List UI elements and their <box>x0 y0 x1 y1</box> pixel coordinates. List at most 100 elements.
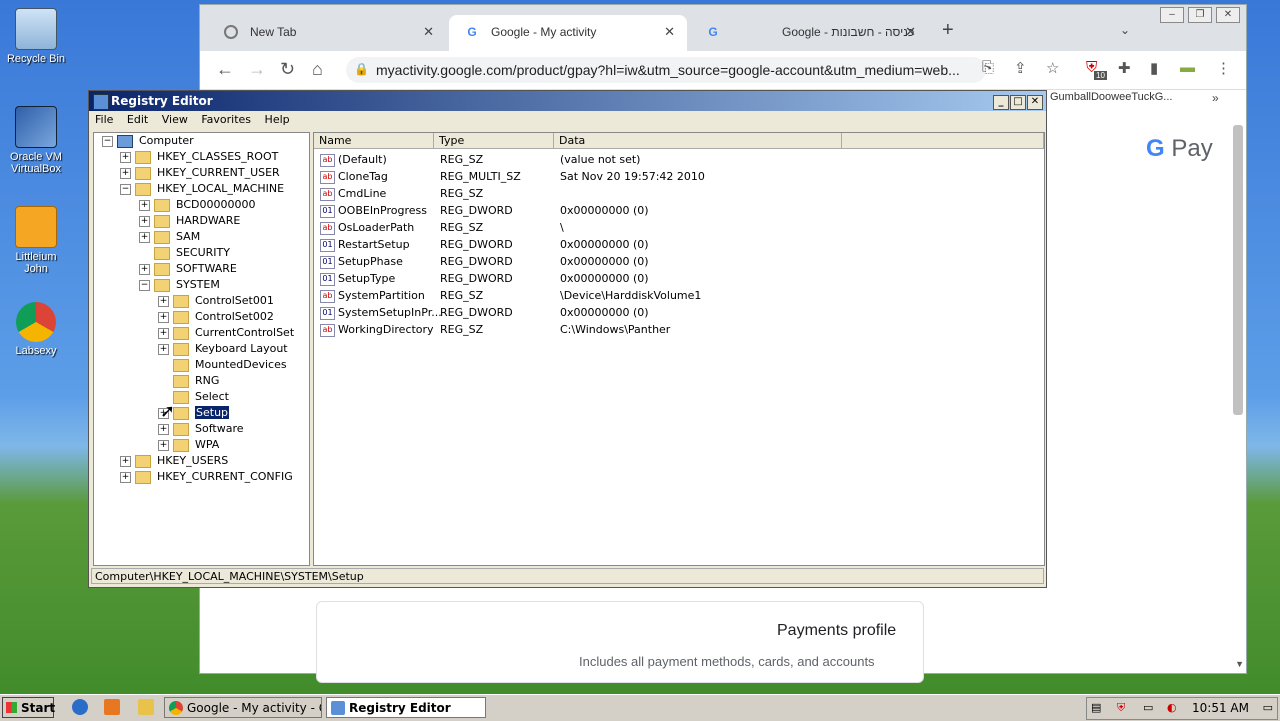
expand-icon[interactable]: + <box>158 423 169 435</box>
value-row[interactable]: 01 RestartSetup REG_DWORD 0x00000000 (0) <box>314 236 1044 253</box>
tree-node-hkcr[interactable]: + HKEY_CLASSES_ROOT <box>120 149 278 165</box>
desktop-icon-virtualbox[interactable]: Oracle VM VirtualBox <box>4 106 68 175</box>
collapse-icon[interactable]: − <box>139 279 150 291</box>
value-row[interactable]: ab CmdLine REG_SZ <box>314 185 1044 202</box>
task-chrome[interactable]: Google - My activity - Go... <box>164 697 322 718</box>
profile-icon[interactable]: ▬ <box>1180 59 1195 76</box>
column-header-type[interactable]: Type <box>434 133 554 149</box>
tree-node-currentcontrolset[interactable]: + CurrentControlSet <box>158 325 294 341</box>
collapse-icon[interactable]: − <box>102 135 113 147</box>
value-row[interactable]: ab OsLoaderPath REG_SZ \ <box>314 219 1044 236</box>
security-icon[interactable]: ⛨ <box>1117 701 1125 715</box>
menu-file[interactable]: File <box>95 113 113 126</box>
value-row[interactable]: 01 SystemSetupInPr... REG_DWORD 0x00000000 … <box>314 304 1044 321</box>
tree-node-computer[interactable]: − Computer <box>102 133 194 149</box>
task-registry-editor[interactable]: Registry Editor <box>326 697 486 718</box>
value-row[interactable]: ab SystemPartition REG_SZ \Device\HarddiskV… <box>314 287 1044 304</box>
network-icon[interactable]: ▤ <box>1091 701 1101 714</box>
expand-icon[interactable]: + <box>120 151 131 163</box>
minimize-icon[interactable]: _ <box>993 95 1009 110</box>
desktop-icon-chrome[interactable]: Labsexy <box>4 302 68 357</box>
start-button[interactable]: Start <box>2 697 55 718</box>
minimize-icon[interactable]: – <box>1160 7 1184 23</box>
column-header-name[interactable]: Name <box>314 133 434 149</box>
expand-icon[interactable]: + <box>120 471 131 483</box>
tree-node-security[interactable]: SECURITY <box>139 245 230 261</box>
menu-view[interactable]: View <box>162 113 188 126</box>
menu-favorites[interactable]: Favorites <box>201 113 251 126</box>
tree-node-mounteddevices[interactable]: MountedDevices <box>158 357 287 373</box>
column-header-data[interactable]: Data <box>554 133 842 149</box>
side-panel-icon[interactable]: ▮ <box>1150 59 1158 77</box>
forward-icon[interactable]: → <box>248 59 266 80</box>
expand-icon[interactable]: + <box>158 295 169 307</box>
value-row[interactable]: ab WorkingDirectory REG_SZ C:\Windows\Panth… <box>314 321 1044 338</box>
tree-node-hkcc[interactable]: + HKEY_CURRENT_CONFIG <box>120 469 293 485</box>
more-bookmarks-icon[interactable]: » <box>1212 91 1219 105</box>
show-desktop-icon[interactable]: ▭ <box>1263 701 1273 714</box>
tree-node-hkcu[interactable]: + HKEY_CURRENT_USER <box>120 165 280 181</box>
tree-node-hardware[interactable]: + HARDWARE <box>139 213 240 229</box>
media-player-icon[interactable] <box>104 699 120 715</box>
payments-profile-card[interactable]: Payments profile Includes all payment me… <box>316 601 924 683</box>
expand-icon[interactable]: + <box>158 311 169 323</box>
menu-dots-icon[interactable]: ⋮ <box>1216 59 1231 77</box>
value-row[interactable]: ab (Default) REG_SZ (value not set) <box>314 151 1044 168</box>
tree-node-system[interactable]: − SYSTEM <box>139 277 220 293</box>
maximize-icon[interactable]: ❐ <box>1188 7 1212 23</box>
value-row[interactable]: 01 SetupPhase REG_DWORD 0x00000000 (0) <box>314 253 1044 270</box>
volume-icon[interactable]: ◐ <box>1167 701 1177 714</box>
expand-icon[interactable]: + <box>139 231 150 243</box>
desktop-icon-littleium[interactable]: Littleium John <box>4 206 68 275</box>
tree-node-hku[interactable]: + HKEY_USERS <box>120 453 228 469</box>
expand-icon[interactable]: + <box>120 455 131 467</box>
registry-tree[interactable]: − Computer + HKEY_CLASSES_ROOT + HKEY_CURRE… <box>93 132 310 566</box>
expand-icon[interactable]: + <box>139 199 150 211</box>
bookmark-item[interactable]: GumballDooweeTuckG... <box>1050 91 1172 103</box>
tab-search-icon[interactable]: ⌄ <box>1120 23 1130 37</box>
address-bar[interactable]: 🔒 myactivity.google.com/product/gpay?hl=… <box>346 57 986 83</box>
tree-node-sam[interactable]: + SAM <box>139 229 200 245</box>
tree-node-bcd[interactable]: + BCD00000000 <box>139 197 256 213</box>
value-row[interactable]: 01 OOBEInProgress REG_DWORD 0x00000000 (0) <box>314 202 1044 219</box>
explorer-folder-icon[interactable] <box>138 699 154 715</box>
page-scrollbar[interactable] <box>1233 125 1243 415</box>
collapse-icon[interactable]: − <box>120 183 131 195</box>
menu-help[interactable]: Help <box>265 113 290 126</box>
expand-icon[interactable]: + <box>158 439 169 451</box>
back-icon[interactable]: ← <box>216 59 234 80</box>
close-tab-icon[interactable]: ✕ <box>423 24 434 40</box>
value-row[interactable]: ab CloneTag REG_MULTI_SZ Sat Nov 20 19:57:4… <box>314 168 1044 185</box>
values-list[interactable]: Name Type Data ab (Default) REG_SZ (value n… <box>313 132 1045 566</box>
close-tab-icon[interactable]: ✕ <box>664 24 675 40</box>
monitor-icon[interactable]: ▭ <box>1143 701 1153 714</box>
extensions-puzzle-icon[interactable]: ✚ <box>1118 59 1131 77</box>
internet-explorer-icon[interactable] <box>72 699 88 715</box>
menu-edit[interactable]: Edit <box>127 113 148 126</box>
translate-icon[interactable]: ⎘ <box>982 59 994 76</box>
close-icon[interactable]: ✕ <box>1027 95 1043 110</box>
expand-icon[interactable]: + <box>139 263 150 275</box>
tree-node-keyboard-layout[interactable]: + Keyboard Layout <box>158 341 288 357</box>
bookmark-star-icon[interactable]: ☆ <box>1046 59 1059 77</box>
reload-icon[interactable]: ↻ <box>280 59 295 80</box>
expand-icon[interactable]: + <box>120 167 131 179</box>
expand-icon[interactable]: + <box>158 343 169 355</box>
tab-google-login[interactable]: G Google - כניסה - חשבונות ✕ <box>690 15 928 51</box>
tab-my-activity[interactable]: G Google - My activity ✕ <box>449 15 687 51</box>
maximize-icon[interactable]: □ <box>1010 95 1026 110</box>
share-icon[interactable]: ⇪ <box>1014 59 1027 77</box>
tab-new-tab[interactable]: New Tab ✕ <box>208 15 446 51</box>
home-icon[interactable]: ⌂ <box>312 59 323 80</box>
close-tab-icon[interactable]: ✕ <box>905 24 916 40</box>
value-row[interactable]: 01 SetupType REG_DWORD 0x00000000 (0) <box>314 270 1044 287</box>
tree-node-software-sys[interactable]: + Software <box>158 421 244 437</box>
tree-node-rng[interactable]: RNG <box>158 373 219 389</box>
title-bar[interactable]: Registry Editor _ □ ✕ <box>89 91 1046 111</box>
desktop-icon-recycle-bin[interactable]: Recycle Bin <box>4 8 68 65</box>
tree-node-wpa[interactable]: + WPA <box>158 437 219 453</box>
scroll-down-icon[interactable]: ▼ <box>1235 659 1244 669</box>
new-tab-button[interactable]: + <box>942 19 954 42</box>
expand-icon[interactable]: + <box>139 215 150 227</box>
tree-node-controlset001[interactable]: + ControlSet001 <box>158 293 274 309</box>
